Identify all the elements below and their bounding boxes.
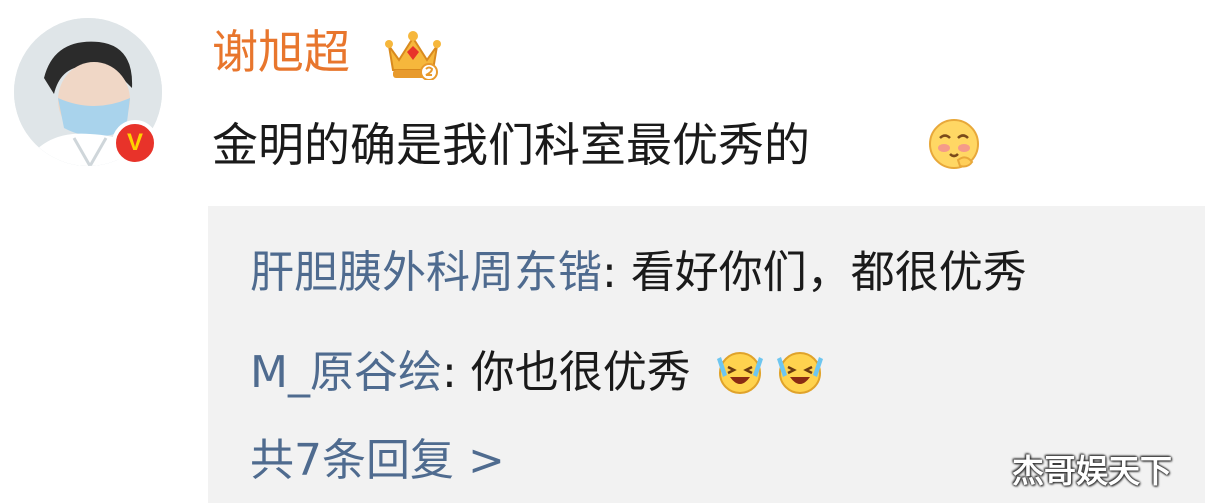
laugh-cry-emoji-icon bbox=[776, 352, 823, 394]
reply-username[interactable]: 肝胆胰外科周东锴 bbox=[250, 247, 602, 298]
username[interactable]: 谢旭超 bbox=[212, 22, 350, 82]
reply-item: M_原谷绘: 你也很优秀 bbox=[250, 344, 825, 402]
reply-separator: : bbox=[441, 347, 471, 398]
watermark: 杰哥娱天下 bbox=[1012, 452, 1173, 490]
laugh-cry-emoji-icon bbox=[716, 352, 763, 394]
reply-text: 你也很优秀 bbox=[470, 347, 691, 398]
verified-badge: V bbox=[112, 120, 158, 166]
reply-text: 看好你们，都很优秀 bbox=[630, 247, 1027, 298]
reply-username[interactable]: M_原谷绘 bbox=[250, 347, 442, 398]
reply-item: 肝胆胰外科周东锴: 看好你们，都很优秀 bbox=[250, 244, 1027, 302]
comment-text: 金明的确是我们科室最优秀的 bbox=[212, 118, 810, 172]
more-replies-link[interactable]: 共7条回复 > bbox=[250, 432, 505, 490]
blush-emoji-icon bbox=[929, 119, 979, 169]
reply-separator: : bbox=[602, 247, 631, 298]
crown-icon bbox=[385, 31, 441, 80]
